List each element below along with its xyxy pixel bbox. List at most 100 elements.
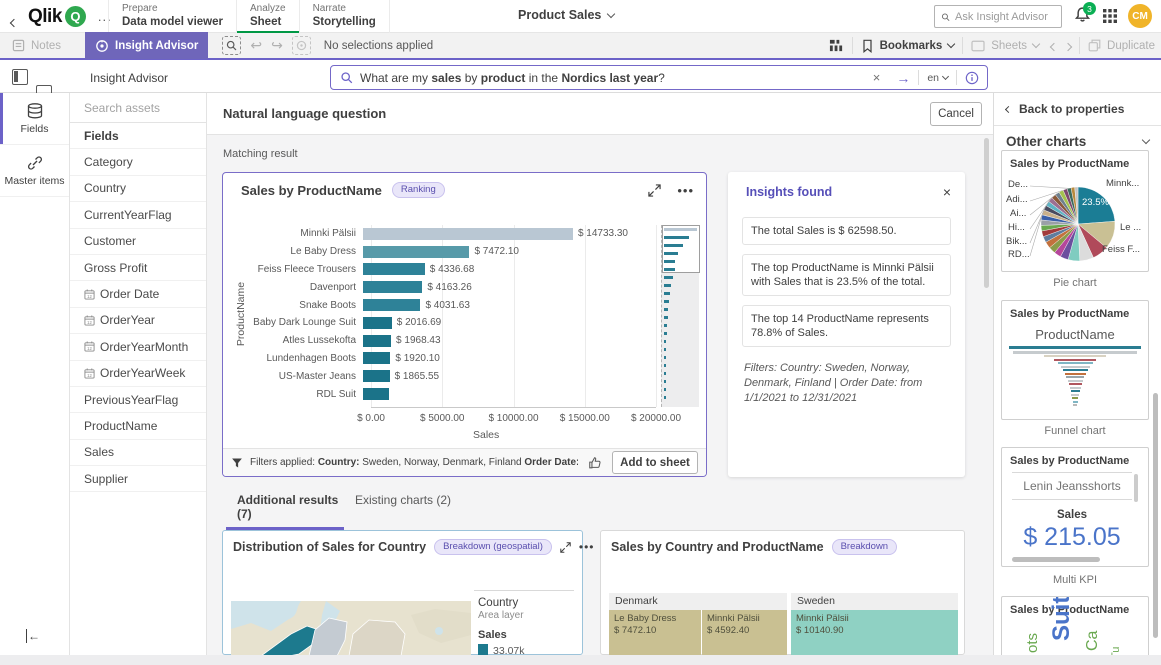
- bar-chart-row[interactable]: Davenport $ 4163.26: [223, 278, 693, 296]
- app-launcher[interactable]: [1102, 8, 1118, 24]
- suggestion-wordcloud-card[interactable]: Sales by ProductName ots Suit Ca Tu: [1001, 596, 1149, 655]
- suggestion-pie-card[interactable]: Sales by ProductName 23.5% De... Adi... Ai…: [1001, 150, 1149, 272]
- bar-chart-row[interactable]: Snake Boots $ 4031.63: [223, 296, 693, 314]
- asset-item[interactable]: Supplier: [70, 466, 206, 493]
- tab-prepare[interactable]: Prepare Data model viewer: [108, 0, 237, 33]
- chart-menu-icon[interactable]: •••: [579, 540, 595, 554]
- insight-card[interactable]: The total Sales is $ 62598.50.: [742, 217, 951, 245]
- treemap-cell[interactable]: Minnki Pälsii $ 4592.40: [702, 610, 787, 655]
- undo-icon[interactable]: ↩: [250, 37, 262, 54]
- asset-search[interactable]: [70, 93, 206, 123]
- avatar[interactable]: CM: [1128, 4, 1152, 28]
- other-charts-header[interactable]: Other charts: [994, 126, 1161, 149]
- add-to-sheet-button[interactable]: Add to sheet: [612, 451, 698, 474]
- suggestion-kpi-card[interactable]: Sales by ProductName Lenin Jeansshorts S…: [1001, 447, 1149, 567]
- notifications-bell[interactable]: 3: [1074, 2, 1096, 24]
- bar-chart-row[interactable]: Atles Lussekofta $ 1968.43: [223, 332, 693, 350]
- clear-question-icon[interactable]: ×: [865, 70, 889, 85]
- insight-card[interactable]: The top ProductName is Minnki Pälsii wit…: [742, 254, 951, 296]
- rail-item-master-items[interactable]: Master items: [0, 145, 69, 197]
- asset-item[interactable]: Gross Profit: [70, 255, 206, 282]
- bar-chart-row[interactable]: Le Baby Dress $ 7472.10: [223, 243, 693, 261]
- treemap-chart-card[interactable]: Sales by Country and ProductName Breakdo…: [600, 530, 965, 655]
- back-icon[interactable]: [9, 13, 19, 31]
- redo-icon[interactable]: ↪: [271, 37, 283, 54]
- asset-item[interactable]: Sales: [70, 440, 206, 467]
- language-selector[interactable]: en: [919, 72, 956, 84]
- asset-item[interactable]: 12 OrderYear: [70, 308, 206, 335]
- tab-narrate[interactable]: Narrate Storytelling: [300, 0, 390, 33]
- asset-group-header[interactable]: Fields: [70, 123, 206, 150]
- bar[interactable]: [363, 227, 573, 240]
- chart-menu-icon[interactable]: •••: [677, 183, 694, 198]
- asset-item[interactable]: 12 OrderYearMonth: [70, 334, 206, 361]
- global-search[interactable]: [934, 5, 1062, 28]
- sheet-grid-icon[interactable]: [829, 38, 844, 53]
- bar[interactable]: [363, 245, 470, 258]
- treemap-cell[interactable]: Le Baby Dress $ 7472.10: [609, 610, 701, 655]
- tab-additional-results[interactable]: Additional results (7): [226, 493, 344, 530]
- bar[interactable]: [363, 388, 389, 401]
- next-sheet-icon[interactable]: [1063, 37, 1073, 55]
- info-icon[interactable]: [957, 71, 987, 85]
- close-icon[interactable]: ×: [943, 185, 951, 199]
- bar[interactable]: [363, 316, 392, 329]
- asset-search-input[interactable]: [84, 100, 194, 115]
- bar-chart-row[interactable]: Feiss Fleece Trousers $ 4336.68: [223, 261, 693, 279]
- bar-chart-row[interactable]: Baby Dark Lounge Suit $ 2016.69: [223, 314, 693, 332]
- asset-item[interactable]: Country: [70, 176, 206, 203]
- smart-search-selections-icon[interactable]: [222, 36, 242, 55]
- tab-existing-charts[interactable]: Existing charts (2): [355, 493, 451, 513]
- nlq-search-box[interactable]: What are my sales by product in the Nord…: [330, 65, 988, 90]
- bar-chart-row[interactable]: Minnki Pälsii $ 14733.30: [223, 225, 693, 243]
- text-segment: What are my: [360, 70, 432, 85]
- expand-icon[interactable]: [560, 541, 571, 553]
- asset-item[interactable]: 12 OrderYearWeek: [70, 361, 206, 387]
- result-chart-card[interactable]: Sales by ProductName Ranking ••• Minnki …: [222, 172, 707, 477]
- cancel-button[interactable]: Cancel: [930, 102, 982, 126]
- kpi-horizontal-scrollbar[interactable]: [1012, 557, 1100, 562]
- bookmarks-menu[interactable]: Bookmarks: [861, 39, 956, 53]
- map-chart-card[interactable]: Distribution of Sales for Country Breakd…: [222, 530, 594, 655]
- notes-button[interactable]: Notes: [2, 32, 71, 59]
- bar-chart-row[interactable]: US-Master Jeans $ 1865.55: [223, 367, 693, 385]
- treemap-cell[interactable]: Minnki Pälsii $ 10140.90: [791, 610, 958, 655]
- navigator-viewport[interactable]: [662, 225, 700, 273]
- collapse-panel-icon[interactable]: ←: [26, 629, 40, 643]
- bar-chart-row[interactable]: Lundenhagen Boots $ 1920.10: [223, 350, 693, 368]
- bar-chart-row[interactable]: RDL Suit: [223, 385, 693, 403]
- app-title-menu[interactable]: Product Sales: [518, 8, 616, 22]
- bar[interactable]: [363, 263, 425, 276]
- bar[interactable]: [363, 352, 391, 365]
- kpi-vertical-scrollbar[interactable]: [1134, 474, 1138, 502]
- submit-question-icon[interactable]: →: [888, 70, 918, 86]
- global-search-input[interactable]: [955, 10, 1055, 23]
- asset-item[interactable]: 12 Order Date: [70, 281, 206, 308]
- bar[interactable]: [363, 334, 392, 347]
- insight-card[interactable]: The top 14 ProductName represents 78.8% …: [742, 305, 951, 347]
- duplicate-button[interactable]: Duplicate: [1088, 39, 1155, 52]
- expand-icon[interactable]: [648, 183, 662, 197]
- bar[interactable]: [363, 299, 421, 312]
- sheets-menu[interactable]: Sheets: [971, 40, 1041, 52]
- bar[interactable]: [363, 370, 390, 383]
- asset-item[interactable]: PreviousYearFlag: [70, 387, 206, 414]
- prev-sheet-icon[interactable]: [1049, 37, 1059, 55]
- sidebar-scrollbar[interactable]: [1153, 393, 1158, 638]
- clear-selections-icon[interactable]: [291, 36, 311, 55]
- rail-item-fields[interactable]: Fields: [0, 93, 69, 145]
- insight-advisor-toggle[interactable]: Insight Advisor: [85, 32, 209, 59]
- asset-item[interactable]: ProductName: [70, 413, 206, 440]
- tab-analyze[interactable]: Analyze Sheet: [236, 0, 300, 34]
- asset-item[interactable]: Category: [70, 149, 206, 176]
- back-to-properties[interactable]: Back to properties: [994, 93, 1161, 116]
- chart-mini-navigator[interactable]: [661, 225, 700, 407]
- bar[interactable]: [363, 281, 423, 294]
- asset-item[interactable]: Customer: [70, 229, 206, 255]
- thumbs-up-icon[interactable]: [588, 456, 602, 470]
- asset-item[interactable]: CurrentYearFlag: [70, 202, 206, 229]
- nlq-question-text[interactable]: What are my sales by product in the Nord…: [360, 71, 865, 85]
- suggestion-funnel-card[interactable]: Sales by ProductName ProductName: [1001, 300, 1149, 420]
- split-view-icon[interactable]: [12, 69, 28, 85]
- main-scrollbar[interactable]: [984, 138, 989, 288]
